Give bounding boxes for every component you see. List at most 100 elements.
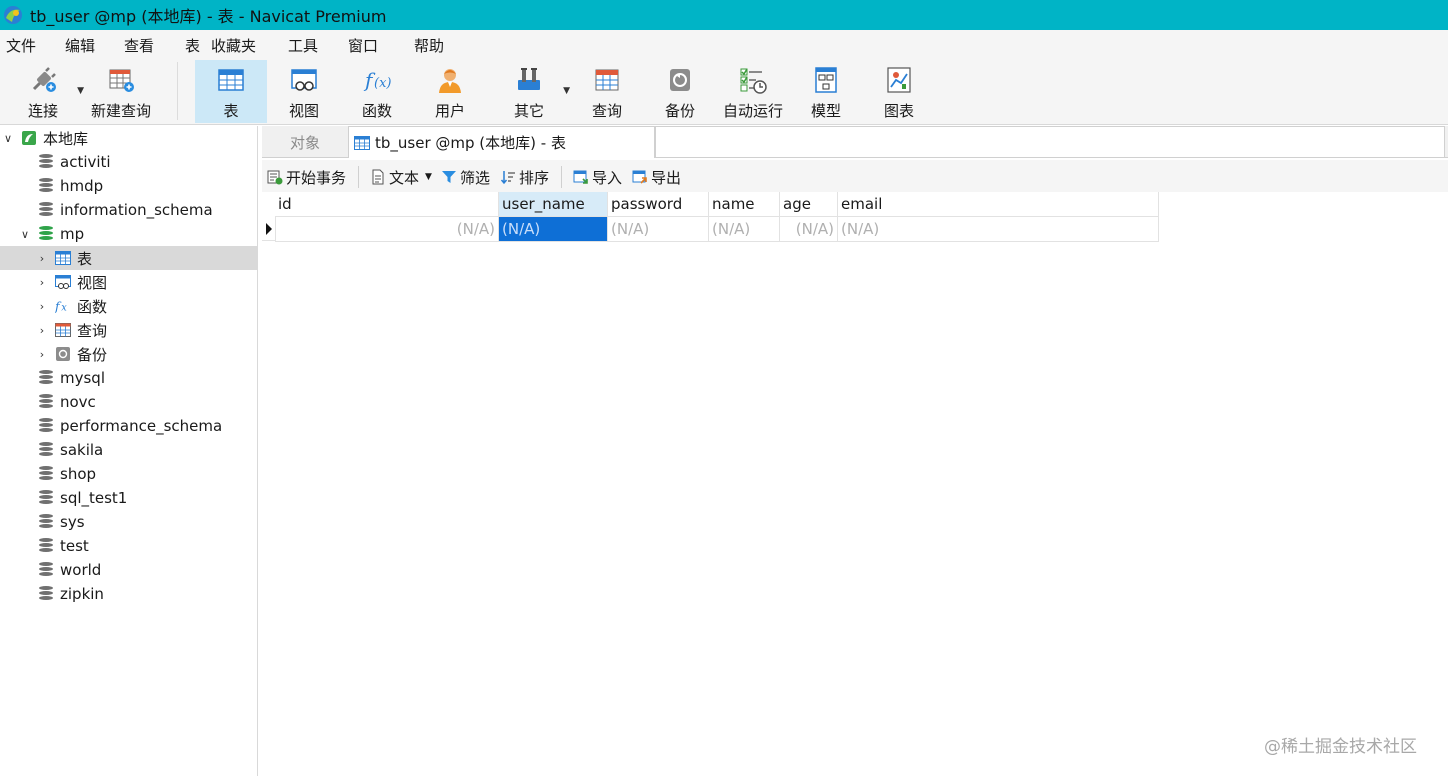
- menu-view[interactable]: 查看: [124, 35, 154, 56]
- export-icon: [632, 170, 647, 184]
- model-label: 模型: [810, 102, 841, 120]
- sort-button[interactable]: 排序: [500, 166, 549, 188]
- tree-db-sys[interactable]: sys: [0, 510, 258, 534]
- chart-button[interactable]: 图表: [871, 60, 927, 123]
- new-query-button[interactable]: 新建查询: [88, 60, 154, 123]
- tree-db-sql-test1[interactable]: sql_test1: [0, 486, 258, 510]
- connect-button[interactable]: 连接 ▼: [14, 60, 84, 123]
- tree-db-mysql[interactable]: mysql: [0, 366, 258, 390]
- tree-root-connection[interactable]: ∨ 本地库: [0, 126, 258, 150]
- query-label: 查询: [591, 102, 622, 120]
- menu-window[interactable]: 窗口: [348, 35, 378, 56]
- menu-edit[interactable]: 编辑: [65, 35, 95, 56]
- tree-db-zipkin[interactable]: zipkin: [0, 582, 258, 606]
- tree-mp-backups[interactable]: › 备份: [0, 342, 258, 366]
- tree-db-information-schema[interactable]: information_schema: [0, 198, 258, 222]
- cell-age[interactable]: (N/A): [780, 217, 838, 242]
- svg-text:x: x: [61, 302, 67, 313]
- tree-mp-queries[interactable]: › 查询: [0, 318, 258, 342]
- table-button[interactable]: 表: [195, 60, 267, 123]
- menu-file[interactable]: 文件: [6, 35, 36, 56]
- database-icon: [39, 562, 53, 578]
- chevron-right-icon[interactable]: ›: [36, 276, 48, 289]
- begin-transaction-button[interactable]: 开始事务: [267, 166, 346, 188]
- tab-strip: 对象 tb_user @mp (本地库) - 表: [262, 126, 1448, 158]
- column-header-name[interactable]: name: [709, 192, 780, 217]
- cell-name[interactable]: (N/A): [709, 217, 780, 242]
- model-button[interactable]: 模型: [798, 60, 854, 123]
- other-button[interactable]: 其它 ▼: [500, 60, 570, 123]
- database-icon: [39, 154, 53, 170]
- tab-tb-user-label: tb_user @mp (本地库) - 表: [375, 134, 566, 152]
- queries-node-label: 查询: [77, 321, 108, 340]
- import-icon: [573, 170, 588, 184]
- cell-password[interactable]: (N/A): [608, 217, 709, 242]
- tools-icon: [514, 65, 544, 95]
- chevron-down-icon[interactable]: ▼: [425, 172, 432, 182]
- view-button[interactable]: 视图: [276, 60, 332, 123]
- navicat-logo-icon: [2, 4, 24, 26]
- query-button[interactable]: 查询: [579, 60, 635, 123]
- cell-email[interactable]: (N/A): [838, 217, 1159, 242]
- column-header-email[interactable]: email: [838, 192, 1159, 217]
- column-header-id[interactable]: id: [275, 192, 499, 217]
- user-button[interactable]: 用户: [421, 60, 479, 123]
- root-connection-label: 本地库: [43, 129, 89, 148]
- tree-db-hmdp[interactable]: hmdp: [0, 174, 258, 198]
- tab-tb-user[interactable]: tb_user @mp (本地库) - 表: [348, 126, 655, 158]
- tree-db-novc[interactable]: novc: [0, 390, 258, 414]
- column-header-user-name[interactable]: user_name: [499, 192, 608, 217]
- connection-tree: ∨ 本地库 activiti hmdp information_schema ∨…: [0, 126, 258, 776]
- cell-id[interactable]: (N/A): [275, 217, 499, 242]
- menu-table[interactable]: 表: [185, 35, 200, 56]
- chevron-down-icon[interactable]: ∨: [19, 228, 31, 241]
- chevron-right-icon[interactable]: ›: [36, 324, 48, 337]
- current-row-indicator[interactable]: [262, 217, 276, 241]
- auto-run-button[interactable]: 自动运行: [720, 60, 786, 123]
- tables-node-label: 表: [77, 249, 93, 268]
- database-label: mysql: [60, 369, 105, 387]
- cell-user-name[interactable]: (N/A): [499, 217, 608, 242]
- chevron-right-icon[interactable]: ›: [36, 300, 48, 313]
- tree-db-mp[interactable]: ∨ mp: [0, 222, 258, 246]
- function-icon: f x: [55, 298, 67, 313]
- menu-tools[interactable]: 工具: [288, 35, 318, 56]
- import-button[interactable]: 导入: [573, 166, 622, 188]
- column-header-age[interactable]: age: [780, 192, 838, 217]
- chevron-down-icon[interactable]: ▼: [77, 86, 84, 96]
- function-button[interactable]: f (x) 函数: [349, 60, 405, 123]
- tree-db-activiti[interactable]: activiti: [0, 150, 258, 174]
- table-icon: [216, 65, 246, 95]
- tree-db-shop[interactable]: shop: [0, 462, 258, 486]
- menu-favorites[interactable]: 收藏夹: [211, 35, 256, 56]
- chevron-down-icon[interactable]: ∨: [2, 132, 14, 145]
- tree-mp-tables[interactable]: › 表: [0, 246, 258, 270]
- backup-icon: [665, 65, 695, 95]
- tab-objects[interactable]: 对象: [262, 126, 348, 158]
- chevron-right-icon[interactable]: ›: [36, 348, 48, 361]
- chevron-right-icon[interactable]: ›: [36, 252, 48, 265]
- main-toolbar: 连接 ▼ 新建查询 表 视图 f (x) 函数 用户 其它 ▼ 查询 备份 自动…: [0, 58, 1448, 125]
- sort-label: 排序: [519, 168, 550, 187]
- tree-mp-views[interactable]: › 视图: [0, 270, 258, 294]
- database-label: sakila: [60, 441, 104, 459]
- model-icon: [811, 65, 841, 95]
- backup-button[interactable]: 备份: [652, 60, 708, 123]
- tree-db-performance-schema[interactable]: performance_schema: [0, 414, 258, 438]
- toolbar-divider: [177, 62, 178, 120]
- menu-bar: 文件 编辑 查看 表 收藏夹 工具 窗口 帮助: [0, 30, 1448, 58]
- tree-db-test[interactable]: test: [0, 534, 258, 558]
- tree-mp-functions[interactable]: › f x 函数: [0, 294, 258, 318]
- export-button[interactable]: 导出: [632, 166, 681, 188]
- filter-button[interactable]: 筛选: [441, 166, 490, 188]
- tree-db-sakila[interactable]: sakila: [0, 438, 258, 462]
- connect-label: 连接: [27, 102, 58, 120]
- view-icon: [289, 65, 319, 95]
- tab-objects-label: 对象: [289, 133, 320, 152]
- tree-db-world[interactable]: world: [0, 558, 258, 582]
- menu-help[interactable]: 帮助: [414, 35, 444, 56]
- functions-node-label: 函数: [77, 297, 108, 316]
- column-header-password[interactable]: password: [608, 192, 709, 217]
- text-button[interactable]: 文本 ▼: [370, 166, 432, 188]
- chevron-down-icon[interactable]: ▼: [563, 86, 570, 96]
